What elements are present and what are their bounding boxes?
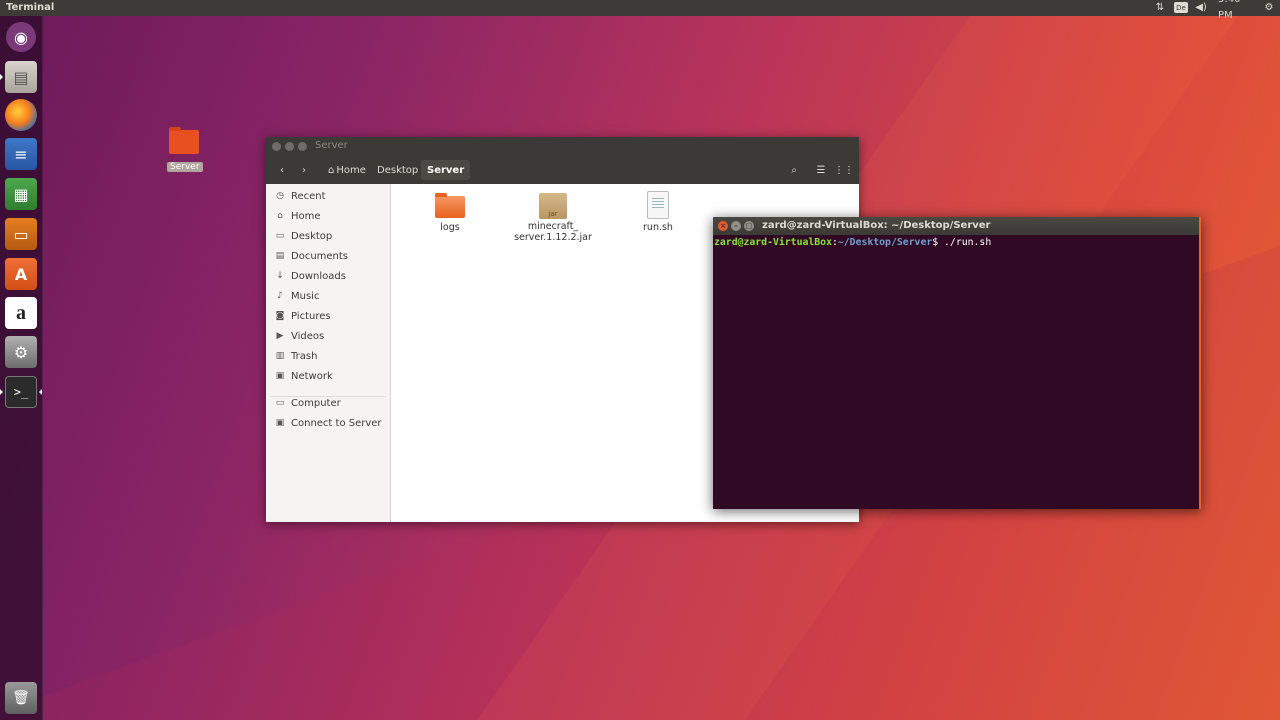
files-launcher-icon[interactable]: ▤ (5, 61, 37, 93)
list-view-icon[interactable]: ☰ (813, 160, 829, 180)
active-app-title: Terminal (6, 2, 55, 13)
file-item-run-sh[interactable]: run.sh (638, 191, 678, 233)
folder-icon (169, 127, 199, 154)
file-name: logs (440, 222, 460, 233)
sidebar-item-desktop[interactable]: ▭ Desktop (274, 227, 333, 245)
downloads-icon: ↓ (276, 271, 284, 281)
file-name-line1: minecraft_ (527, 221, 579, 232)
dash-home-icon[interactable]: ◉ (6, 22, 36, 52)
minimize-icon[interactable]: – (731, 221, 741, 231)
sidebar-item-connect-to-server[interactable]: ▣ Connect to Server (274, 414, 382, 432)
sidebar-item-recent[interactable]: ◷ Recent (274, 187, 326, 205)
file-item-logs[interactable]: logs (430, 193, 470, 233)
folder-icon (435, 193, 465, 218)
trash-launcher-icon[interactable]: 🗑 (5, 682, 37, 714)
writer-icon[interactable]: ≡ (5, 138, 37, 170)
file-name-line2: server.1.12.2.jar (514, 232, 592, 243)
terminal-title: zard@zard-VirtualBox: ~/Desktop/Server (762, 220, 991, 231)
desktop-folder-label: Server (167, 162, 203, 172)
files-toolbar: ‹ › ⌂ Home Desktop Server ⌕ ☰ ⋮⋮ (266, 156, 859, 184)
command-text: ./run.sh (944, 237, 992, 248)
terminal-window[interactable]: × – □ zard@zard-VirtualBox: ~/Desktop/Se… (713, 217, 1201, 509)
search-icon[interactable]: ⌕ (786, 160, 802, 180)
prompt-user: zard@zard-VirtualBox (714, 237, 832, 248)
terminal-titlebar[interactable]: × – □ zard@zard-VirtualBox: ~/Desktop/Se… (713, 217, 1199, 235)
home-icon: ⌂ (328, 164, 335, 176)
close-icon[interactable]: × (718, 221, 728, 231)
firefox-icon[interactable] (5, 99, 37, 131)
sidebar-item-videos[interactable]: ▶ Videos (274, 327, 325, 345)
running-indicator (0, 389, 3, 395)
session-gear-icon[interactable]: ⚙ (1262, 0, 1276, 16)
sidebar-item-downloads[interactable]: ↓ Downloads (274, 267, 346, 285)
window-title: Server (315, 140, 348, 151)
forward-button[interactable]: › (296, 160, 312, 180)
running-indicator (0, 74, 3, 80)
amazon-icon[interactable]: a (5, 297, 37, 329)
sidebar-item-home[interactable]: ⌂ Home (274, 207, 320, 225)
back-button[interactable]: ‹ (274, 160, 290, 180)
calc-icon[interactable]: ▦ (5, 178, 37, 210)
prompt-end: $ (932, 237, 945, 248)
places-sidebar: ◷ Recent ⌂ Home ▭ Desktop ▤ Documents ↓ Downl… (266, 184, 391, 522)
sidebar-item-documents[interactable]: ▤ Documents (274, 247, 348, 265)
computer-icon: ▭ (275, 398, 285, 408)
breadcrumb-desktop[interactable]: Desktop (374, 160, 421, 180)
maximize-button[interactable] (298, 142, 307, 151)
sidebar-item-network[interactable]: ▣ Network (274, 367, 333, 385)
grid-view-icon[interactable]: ⋮⋮ (834, 160, 854, 180)
keyboard-layout-indicator[interactable]: De (1174, 2, 1188, 13)
music-icon: ♪ (277, 291, 283, 301)
videos-icon: ▶ (276, 331, 284, 341)
home-icon: ⌂ (277, 211, 283, 221)
files-titlebar[interactable]: Server (266, 137, 859, 156)
minimize-button[interactable] (285, 142, 294, 151)
terminal-launcher-icon[interactable]: >_ (5, 376, 37, 408)
software-center-icon[interactable]: A (5, 258, 37, 290)
connect-server-icon: ▣ (275, 418, 285, 428)
desktop-folder-server[interactable]: Server (167, 127, 203, 173)
shell-script-icon (647, 191, 669, 219)
network-transfer-icon[interactable]: ⇅ (1153, 0, 1167, 16)
network-icon: ▣ (275, 371, 285, 381)
pictures-icon: ◙ (275, 311, 285, 321)
prompt-path: ~/Desktop/Server (837, 237, 933, 248)
documents-icon: ▤ (275, 251, 285, 261)
file-item-minecraft-jar[interactable]: jar minecraft_ server.1.12.2.jar (513, 193, 593, 243)
sidebar-item-pictures[interactable]: ◙ Pictures (274, 307, 331, 325)
impress-icon[interactable]: ▭ (5, 218, 37, 250)
sidebar-item-trash[interactable]: ▥ Trash (274, 347, 318, 365)
desktop-icon: ▭ (275, 231, 285, 241)
volume-icon[interactable]: ◀) (1194, 0, 1208, 16)
trash-icon: ▥ (275, 351, 285, 361)
focused-indicator (39, 389, 42, 395)
top-panel: Terminal ⇅ De ◀) 5:40 PM ⚙ (0, 0, 1280, 21)
close-button[interactable] (272, 142, 281, 151)
breadcrumb-home[interactable]: ⌂ Home (324, 160, 370, 180)
file-name: run.sh (643, 222, 673, 233)
breadcrumb-server[interactable]: Server (421, 160, 471, 180)
sidebar-item-computer[interactable]: ▭ Computer (274, 394, 341, 412)
settings-icon[interactable]: ⚙ (5, 336, 37, 368)
jar-archive-icon: jar (539, 193, 567, 219)
launcher: ◉ ▤ ≡ ▦ ▭ A a ⚙ >_ 🗑 (0, 16, 43, 720)
sidebar-item-music[interactable]: ♪ Music (274, 287, 319, 305)
maximize-icon[interactable]: □ (744, 221, 754, 231)
clock[interactable]: 5:40 PM (1218, 0, 1258, 21)
terminal-output[interactable]: zard@zard-VirtualBox:~/Desktop/Server$ .… (714, 237, 1194, 248)
recent-icon: ◷ (276, 191, 284, 201)
